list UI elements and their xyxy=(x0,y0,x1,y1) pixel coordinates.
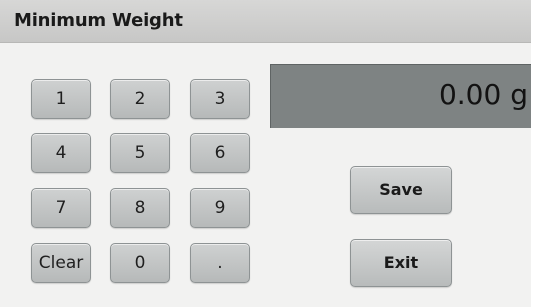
weight-display: 0.00 g xyxy=(270,64,535,128)
save-button[interactable]: Save xyxy=(350,166,452,214)
keypad-key-5[interactable]: 5 xyxy=(110,133,170,173)
keypad-key-8[interactable]: 8 xyxy=(110,188,170,228)
keypad-key-3[interactable]: 3 xyxy=(190,79,250,119)
keypad-key-1[interactable]: 1 xyxy=(31,79,91,119)
weight-display-value: 0.00 g xyxy=(438,78,528,111)
keypad-decimal-button[interactable]: . xyxy=(190,243,250,283)
page-title: Minimum Weight xyxy=(14,10,183,31)
keypad-key-9[interactable]: 9 xyxy=(190,188,250,228)
keypad-key-0[interactable]: 0 xyxy=(110,243,170,283)
keypad-clear-button[interactable]: Clear xyxy=(31,243,91,283)
keypad-key-7[interactable]: 7 xyxy=(31,188,91,228)
keypad-key-4[interactable]: 4 xyxy=(31,133,91,173)
screen-edge xyxy=(531,0,535,307)
title-bar: Minimum Weight xyxy=(0,0,535,43)
exit-button[interactable]: Exit xyxy=(350,239,452,287)
keypad-key-2[interactable]: 2 xyxy=(110,79,170,119)
minimum-weight-screen: Minimum Weight 1 2 3 4 5 6 7 8 9 Clear 0… xyxy=(0,0,535,307)
keypad-key-6[interactable]: 6 xyxy=(190,133,250,173)
